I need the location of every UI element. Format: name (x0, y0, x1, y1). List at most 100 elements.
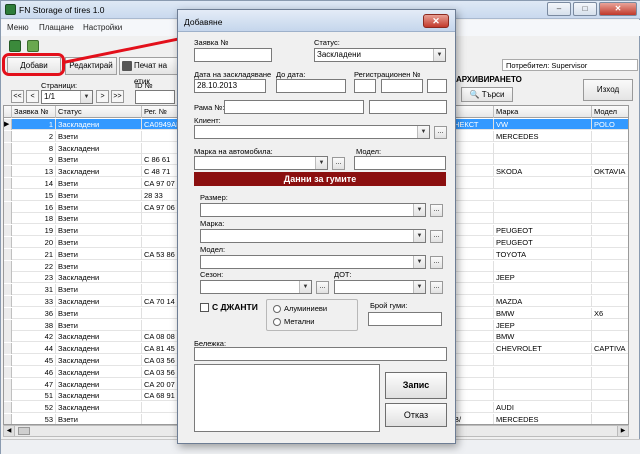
cell-status[interactable]: Заскладени (56, 119, 142, 130)
order-no-input[interactable] (194, 48, 272, 62)
cell-hidden-2[interactable] (452, 378, 494, 390)
size-select[interactable]: ▼ (200, 203, 426, 217)
cell-order-no[interactable]: 36 (12, 307, 56, 319)
minimize-icon[interactable]: – (547, 2, 571, 16)
next-page-icon[interactable]: > (96, 90, 109, 103)
cell-reg-no[interactable]: CA 08 08 KN (142, 331, 182, 343)
cell-model[interactable] (592, 190, 628, 201)
cell-status[interactable]: Взети (56, 307, 142, 319)
cell-reg-no[interactable]: C 48 71 (142, 166, 182, 178)
cell-brand[interactable]: PEUGEOT (494, 237, 592, 248)
cell-model[interactable] (592, 284, 628, 295)
cell-brand[interactable]: TOYOTA (494, 248, 592, 260)
cell-order-no[interactable]: 15 (12, 189, 56, 201)
cell-status[interactable]: Взети (56, 248, 142, 260)
cell-reg-no[interactable] (142, 237, 182, 248)
cell-status[interactable]: Взети (56, 225, 142, 237)
col-hidden-2[interactable] (452, 106, 494, 118)
cell-status[interactable]: Взети (56, 213, 142, 225)
col-model[interactable]: Модел (592, 106, 628, 118)
cell-order-no[interactable]: 51 (12, 390, 56, 402)
cell-reg-no[interactable]: CA 68 91 BK (142, 390, 182, 402)
cell-order-no[interactable]: 14 (12, 178, 56, 189)
cell-model[interactable] (592, 154, 628, 165)
cell-status[interactable]: Взети (56, 284, 142, 296)
cell-reg-no[interactable]: CA 03 56 (142, 366, 182, 378)
cell-reg-no[interactable] (142, 284, 182, 296)
cell-order-no[interactable]: 42 (12, 331, 56, 343)
cell-brand[interactable]: PEUGEOT (494, 225, 592, 237)
cell-model[interactable] (592, 202, 628, 213)
cell-model[interactable] (592, 355, 628, 366)
row-marker[interactable] (4, 189, 12, 201)
season-browse-button[interactable]: ... (316, 281, 329, 294)
cell-brand[interactable]: MERCEDES (494, 414, 592, 424)
row-marker[interactable] (4, 166, 12, 178)
tire-brand-select[interactable]: ▼ (200, 229, 426, 243)
row-marker[interactable] (4, 378, 12, 390)
cell-status[interactable]: Заскладени (56, 355, 142, 366)
car-brand-browse-button[interactable]: ... (332, 157, 345, 170)
cell-status[interactable]: Взети (56, 414, 142, 424)
menu-item-payment[interactable]: Плащане (39, 23, 74, 32)
row-marker[interactable] (4, 296, 12, 307)
row-marker[interactable] (4, 248, 12, 260)
row-marker[interactable] (4, 284, 12, 296)
cell-order-no[interactable]: 20 (12, 237, 56, 248)
cell-model[interactable] (592, 143, 628, 154)
cell-reg-no[interactable] (142, 319, 182, 331)
scroll-left-icon[interactable]: ◀ (4, 426, 15, 436)
cell-model[interactable] (592, 225, 628, 236)
cell-brand[interactable]: CHEVROLET (494, 343, 592, 355)
row-marker[interactable] (4, 142, 12, 154)
cell-brand[interactable]: JEEP (494, 272, 592, 284)
cell-status[interactable]: Взети (56, 260, 142, 272)
note-memo[interactable] (194, 364, 380, 432)
dot-browse-button[interactable]: ... (430, 281, 443, 294)
cell-hidden-2[interactable] (452, 390, 494, 402)
cell-status[interactable]: Заскладени (56, 378, 142, 390)
cell-brand[interactable]: SKODA (494, 166, 592, 178)
dot-select[interactable]: ▼ (334, 280, 426, 294)
cell-status[interactable]: Заскладени (56, 272, 142, 284)
col-order-no[interactable]: Заявка № (12, 106, 56, 118)
cell-brand[interactable] (494, 154, 592, 166)
row-marker[interactable] (4, 355, 12, 366)
row-marker[interactable] (4, 237, 12, 248)
cell-reg-no[interactable]: CA 97 07 (142, 178, 182, 189)
col-reg-no[interactable]: Рег. № (142, 106, 182, 118)
cell-reg-no[interactable]: C 86 61 (142, 154, 182, 166)
size-browse-button[interactable]: ... (430, 204, 443, 217)
cell-order-no[interactable]: 16 (12, 201, 56, 213)
cell-order-no[interactable]: 13 (12, 166, 56, 178)
cell-hidden-2[interactable] (452, 237, 494, 248)
cell-hidden-2[interactable] (452, 142, 494, 154)
with-rims-checkbox[interactable] (200, 303, 209, 312)
cell-status[interactable]: Взети (56, 130, 142, 142)
close-icon[interactable]: ✕ (599, 2, 637, 16)
cell-status[interactable]: Взети (56, 178, 142, 189)
cell-order-no[interactable]: 31 (12, 284, 56, 296)
cell-status[interactable]: Заскладени (56, 390, 142, 402)
cell-brand[interactable]: MAZDA (494, 296, 592, 307)
cell-reg-no[interactable] (142, 307, 182, 319)
frame-no-input[interactable] (224, 100, 364, 114)
car-model-input[interactable] (354, 156, 446, 170)
cell-hidden-2[interactable] (452, 189, 494, 201)
cell-hidden-2[interactable] (452, 225, 494, 237)
cell-model[interactable] (592, 178, 628, 189)
status-select[interactable]: Заскладени ▼ (314, 48, 446, 62)
menu-item-menu[interactable]: Меню (7, 23, 29, 32)
cell-hidden-2[interactable] (452, 260, 494, 272)
cell-brand[interactable] (494, 284, 592, 296)
menu-item-settings[interactable]: Настройки (83, 23, 122, 32)
cell-brand[interactable]: BMW (494, 331, 592, 343)
reg-no-suffix-input[interactable] (427, 79, 447, 93)
cell-brand[interactable] (494, 390, 592, 402)
row-marker[interactable] (4, 331, 12, 343)
cell-order-no[interactable]: 23 (12, 272, 56, 284)
first-page-icon[interactable]: << (11, 90, 24, 103)
cell-brand[interactable] (494, 142, 592, 154)
cell-order-no[interactable]: 22 (12, 260, 56, 272)
cell-reg-no[interactable] (142, 213, 182, 225)
